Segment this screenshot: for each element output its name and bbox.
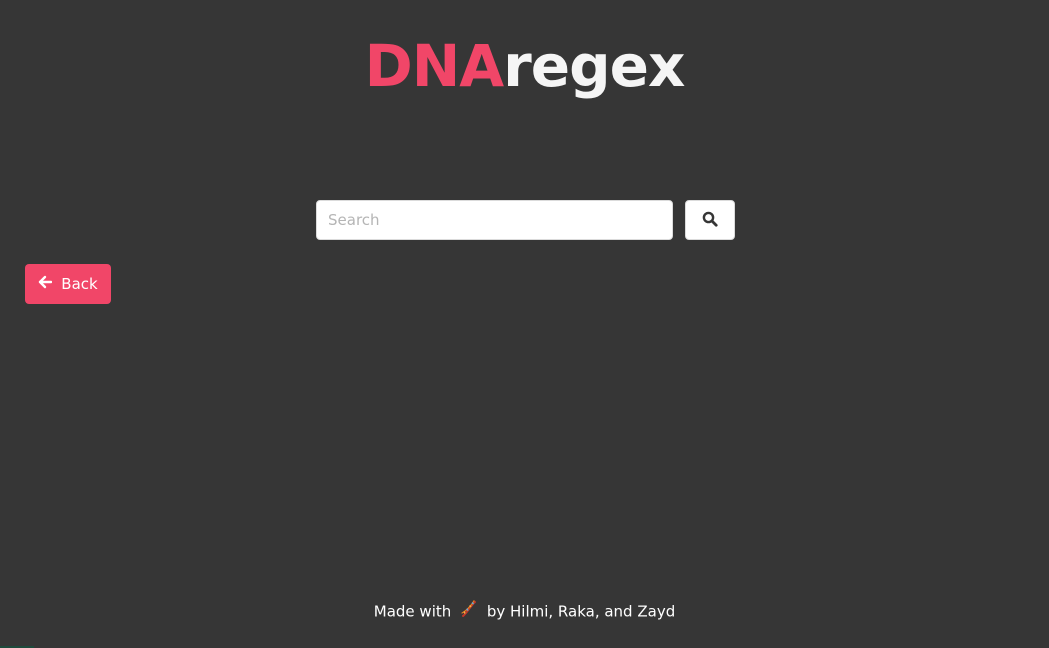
arrow-left-icon: [38, 275, 53, 293]
logo-regex-text: regex: [503, 32, 685, 100]
back-button-label: Back: [61, 275, 98, 293]
search-bar: [316, 200, 735, 240]
logo-dna-text: DNA: [364, 32, 505, 100]
search-icon: [702, 211, 718, 230]
search-input[interactable]: [316, 200, 673, 240]
dna-icon: [460, 600, 478, 624]
footer: Made with by Hilmi, Raka, and Zayd: [0, 600, 1049, 624]
footer-credits: by Hilmi, Raka, and Zayd: [486, 602, 676, 621]
footer-prefix: Made with: [373, 602, 452, 621]
search-button[interactable]: [685, 200, 735, 240]
app-logo: DNAregex: [0, 26, 1049, 106]
page: DNAregex Back Made with: [0, 0, 1049, 648]
back-button[interactable]: Back: [25, 264, 111, 304]
